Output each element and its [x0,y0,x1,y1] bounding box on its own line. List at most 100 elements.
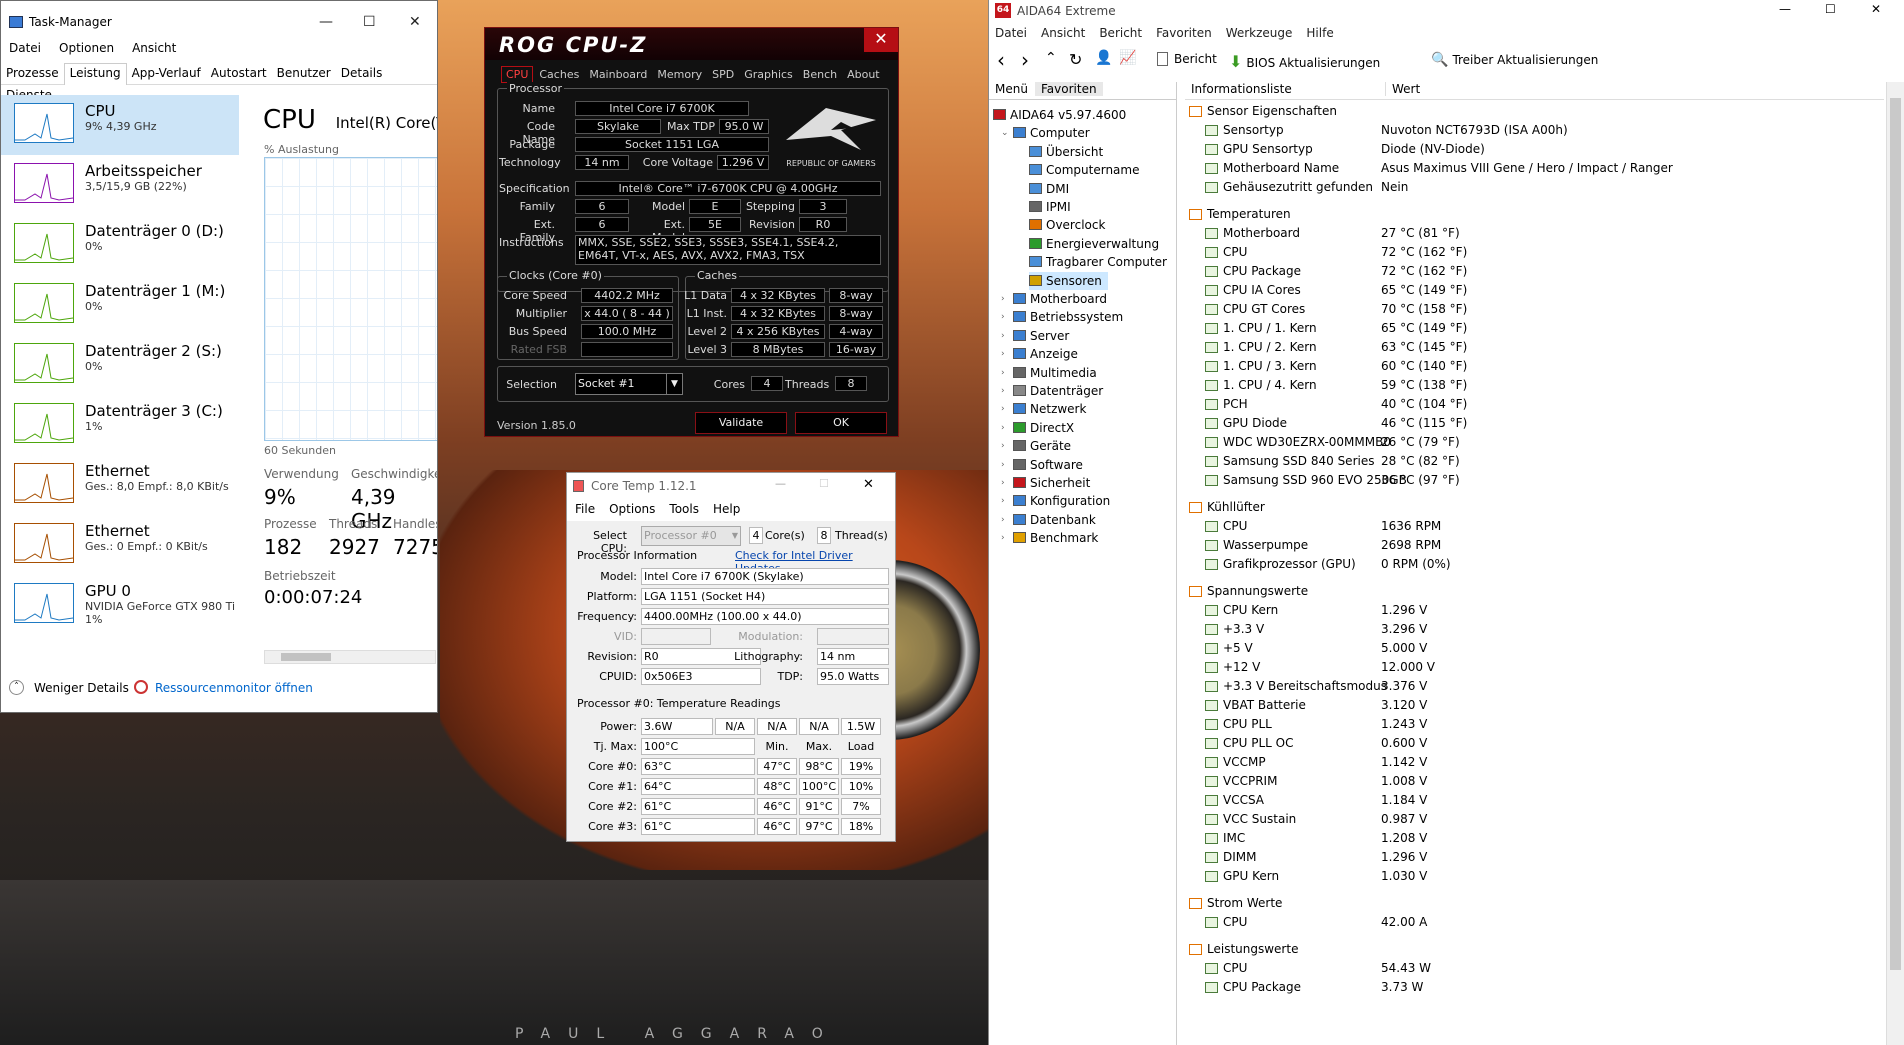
maximize-button[interactable]: ☐ [1825,2,1836,16]
chevron-right-icon[interactable]: › [1001,419,1005,437]
tree-item[interactable]: › Datenbank [1001,511,1096,529]
tab-spd[interactable]: SPD [708,67,738,82]
sensor-row[interactable]: CPU Kern 1.296 V [1185,601,1884,620]
sensor-row[interactable]: DIMM 1.296 V [1185,848,1884,867]
resource-monitor-link[interactable]: Ressourcenmonitor öffnen [155,681,313,695]
sensor-row[interactable]: WDC WD30EZRX-00MMMB0 26 °C (79 °F) [1185,433,1884,452]
fewer-details-link[interactable]: Weniger Details [34,681,129,695]
chevron-right-icon[interactable]: › [1001,529,1005,547]
scrollbar-thumb[interactable] [281,653,331,661]
chevron-right-icon[interactable]: › [1001,511,1005,529]
tab-benutzer[interactable]: Benutzer [272,64,336,86]
tree-item[interactable]: Computername [1029,161,1139,179]
ok-button[interactable]: OK [795,412,887,434]
tab-graphics[interactable]: Graphics [740,67,797,82]
section-header[interactable]: Sensor Eigenschaften [1185,102,1884,121]
chevron-right-icon[interactable]: › [1001,400,1005,418]
tree-item[interactable]: IPMI [1029,198,1071,216]
sensor-row[interactable]: CPU 1636 RPM [1185,517,1884,536]
minimize-button[interactable]: — [319,14,333,30]
sidebar-item-memory[interactable]: Arbeitsspeicher 3,5/15,9 GB (22%) [1,155,239,215]
sidebar-item-disk2[interactable]: Datenträger 2 (S:) 0% [1,335,239,395]
sensor-row[interactable]: Grafikprozessor (GPU) 0 RPM (0%) [1185,555,1884,574]
menu-file[interactable]: File [575,502,595,516]
close-button[interactable]: ✕ [864,28,898,52]
sensor-row[interactable]: VBAT Batterie 3.120 V [1185,696,1884,715]
back-icon[interactable]: ‹ [997,48,1005,72]
sensor-row[interactable]: 1. CPU / 4. Kern 59 °C (138 °F) [1185,376,1884,395]
socket-select[interactable]: Socket #1 ▼ [575,373,683,395]
sensor-row[interactable]: GPU Diode 46 °C (115 °F) [1185,414,1884,433]
minimize-button[interactable]: — [775,477,786,490]
scrollbar-thumb[interactable] [1890,98,1901,970]
tree-item[interactable]: › Betriebssystem [1001,308,1123,326]
sensor-row[interactable]: +3.3 V Bereitschaftsmodus 3.376 V [1185,677,1884,696]
tab-prozesse[interactable]: Prozesse [1,64,64,86]
maximize-button[interactable]: ☐ [819,477,829,490]
close-button[interactable]: ✕ [1871,2,1881,16]
sidebar-item-disk1[interactable]: Datenträger 1 (M:) 0% [1,275,239,335]
horizontal-scrollbar[interactable] [264,650,436,664]
menu-optionen[interactable]: Optionen [59,41,114,55]
tree-item[interactable]: › Server [1001,327,1069,345]
sidebar-item-disk0[interactable]: Datenträger 0 (D:) 0% [1,215,239,275]
sensor-row[interactable]: PCH 40 °C (104 °F) [1185,395,1884,414]
tree-item[interactable]: ⌄ Computer [1001,124,1090,142]
sensor-row[interactable]: VCCPRIM 1.008 V [1185,772,1884,791]
sensor-row[interactable]: GPU Sensortyp Diode (NV-Diode) [1185,140,1884,159]
close-button[interactable]: ✕ [863,477,874,492]
sensor-row[interactable]: +5 V 5.000 V [1185,639,1884,658]
menu-hilfe[interactable]: Hilfe [1306,26,1333,40]
tree-item[interactable]: › Netzwerk [1001,400,1086,418]
sensor-row[interactable]: GPU Kern 1.030 V [1185,867,1884,886]
sensor-row[interactable]: CPU PLL OC 0.600 V [1185,734,1884,753]
menu-datei[interactable]: Datei [995,26,1027,40]
validate-button[interactable]: Validate [695,412,787,434]
sensor-row[interactable]: CPU Package 72 °C (162 °F) [1185,262,1884,281]
tab-autostart[interactable]: Autostart [206,64,272,86]
tab-app-verlauf[interactable]: App-Verlauf [127,64,206,86]
tree-item[interactable]: AIDA64 v5.97.4600 [993,106,1126,124]
column-header-info[interactable]: Informationsliste [1191,82,1292,96]
section-header[interactable]: Strom Werte [1185,894,1884,913]
sensor-row[interactable]: Wasserpumpe 2698 RPM [1185,536,1884,555]
sensor-row[interactable]: Motherboard 27 °C (81 °F) [1185,224,1884,243]
aida-title-bar[interactable]: 64 AIDA64 Extreme — ☐ ✕ [989,0,1904,22]
sensor-row[interactable]: IMC 1.208 V [1185,829,1884,848]
vertical-scrollbar[interactable] [1886,82,1904,1045]
sensor-row[interactable]: 1. CPU / 2. Kern 63 °C (145 °F) [1185,338,1884,357]
menu-ansicht[interactable]: Ansicht [132,41,176,55]
minimize-button[interactable]: — [1779,2,1791,16]
chevron-right-icon[interactable]: ⌄ [1001,124,1009,142]
chevron-right-icon[interactable]: › [1001,290,1005,308]
tree-item[interactable]: › Benchmark [1001,529,1098,547]
chevron-right-icon[interactable]: › [1001,345,1005,363]
tab-favoriten[interactable]: Favoriten [1035,82,1103,96]
chevron-right-icon[interactable]: › [1001,327,1005,345]
menu-datei[interactable]: Datei [9,41,41,55]
up-icon[interactable]: ⌃ [1045,50,1057,66]
close-button[interactable]: ✕ [409,14,421,30]
tab-cpu[interactable]: CPU [501,66,534,83]
chevron-right-icon[interactable]: › [1001,437,1005,455]
sensor-row[interactable]: Motherboard Name Asus Maximus VIII Gene /… [1185,159,1884,178]
tab-caches[interactable]: Caches [535,67,583,82]
tree-item[interactable]: › Multimedia [1001,364,1097,382]
menu-options[interactable]: Options [609,502,655,516]
chevron-down-icon[interactable]: ▼ [732,527,738,545]
sensor-row[interactable]: +3.3 V 3.296 V [1185,620,1884,639]
sensor-row[interactable]: CPU Package 3.73 W [1185,978,1884,997]
chevron-right-icon[interactable]: › [1001,474,1005,492]
tab-leistung[interactable]: Leistung [63,63,127,85]
tree-item[interactable]: › Motherboard [1001,290,1107,308]
menu-werkzeuge[interactable]: Werkzeuge [1226,26,1293,40]
sensor-row[interactable]: CPU 54.43 W [1185,959,1884,978]
section-header[interactable]: Spannungswerte [1185,582,1884,601]
chevron-right-icon[interactable]: › [1001,456,1005,474]
sidebar-item-ethernet-1[interactable]: Ethernet Ges.: 8,0 Empf.: 8,0 KBit/s [1,455,239,515]
column-header-value[interactable]: Wert [1385,82,1420,96]
cpu-select[interactable]: Processor #0 ▼ [641,526,741,546]
section-header[interactable]: Leistungswerte [1185,940,1884,959]
tab-memory[interactable]: Memory [653,67,706,82]
sensor-row[interactable]: 1. CPU / 1. Kern 65 °C (149 °F) [1185,319,1884,338]
